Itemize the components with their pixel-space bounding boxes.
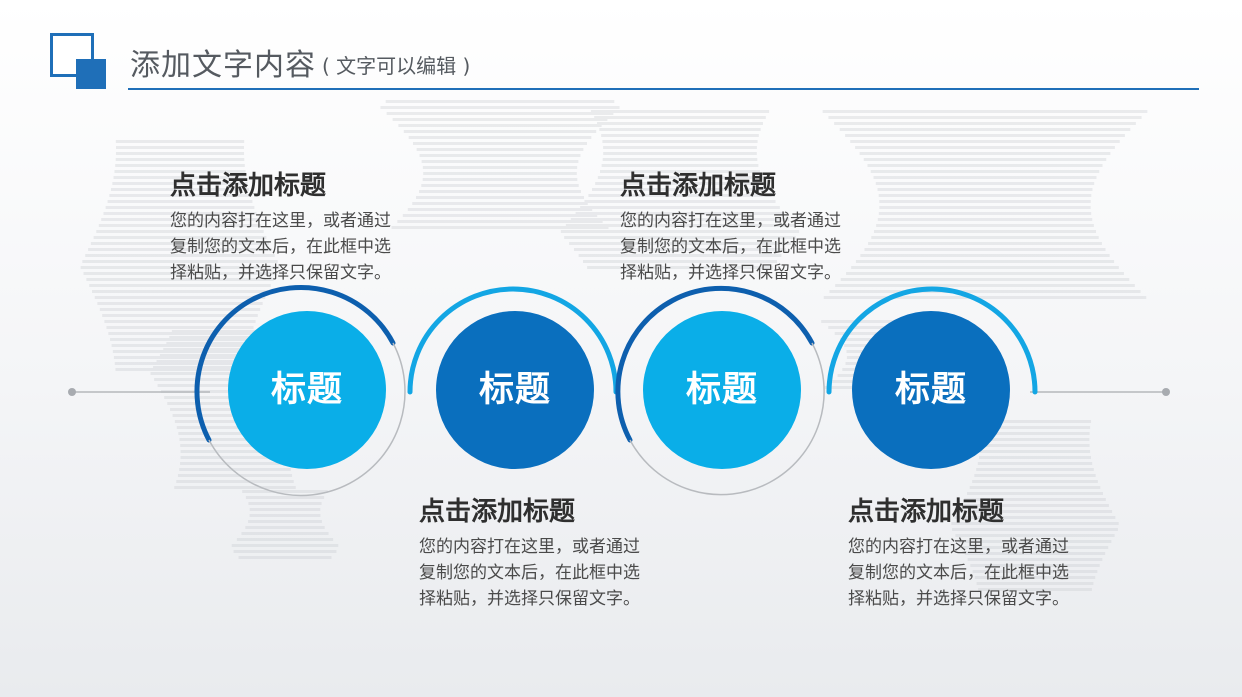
step-body-line: 您的内容打在这里，或者通过 xyxy=(848,537,1069,557)
step-body: 您的内容打在这里，或者通过 复制您的文本后，在此框中选 择粘贴，并选择只保留文字… xyxy=(848,534,1098,612)
step-body-line: 复制您的文本后，在此框中选 xyxy=(419,563,640,583)
step-circle-3: 标题 xyxy=(643,311,801,469)
step-title: 点击添加标题 xyxy=(848,497,1005,527)
step-body-line: 复制您的文本后，在此框中选 xyxy=(848,563,1069,583)
step-body-line: 择粘贴，并选择只保留文字。 xyxy=(170,263,391,283)
step-text-block-4: 点击添加标题 您的内容打在这里，或者通过 复制您的文本后，在此框中选 择粘贴，并… xyxy=(848,496,1098,612)
timeline-end-dot xyxy=(1162,388,1170,396)
step-circle-4: 标题 xyxy=(852,311,1010,469)
step-title: 点击添加标题 xyxy=(170,171,327,201)
step-body-line: 您的内容打在这里，或者通过 xyxy=(170,211,391,231)
step-body: 您的内容打在这里，或者通过 复制您的文本后，在此框中选 择粘贴，并选择只保留文字… xyxy=(419,534,669,612)
step-circle-1: 标题 xyxy=(228,311,386,469)
step-title: 点击添加标题 xyxy=(419,497,576,527)
step-body-line: 您的内容打在这里，或者通过 xyxy=(419,537,640,557)
step-text-block-3: 点击添加标题 您的内容打在这里，或者通过 复制您的文本后，在此框中选 择粘贴，并… xyxy=(620,170,870,286)
step-body-line: 复制您的文本后，在此框中选 xyxy=(620,237,841,257)
step-text-block-2: 点击添加标题 您的内容打在这里，或者通过 复制您的文本后，在此框中选 择粘贴，并… xyxy=(419,496,669,612)
step-title: 点击添加标题 xyxy=(620,171,777,201)
step-circle-2: 标题 xyxy=(436,311,594,469)
step-body: 您的内容打在这里，或者通过 复制您的文本后，在此框中选 择粘贴，并选择只保留文字… xyxy=(620,208,870,286)
step-body: 您的内容打在这里，或者通过 复制您的文本后，在此框中选 择粘贴，并选择只保留文字… xyxy=(170,208,420,286)
step-body-line: 择粘贴，并选择只保留文字。 xyxy=(419,589,640,609)
step-body-line: 您的内容打在这里，或者通过 xyxy=(620,211,841,231)
step-body-line: 择粘贴，并选择只保留文字。 xyxy=(848,589,1069,609)
step-body-line: 复制您的文本后，在此框中选 xyxy=(170,237,391,257)
step-text-block-1: 点击添加标题 您的内容打在这里，或者通过 复制您的文本后，在此框中选 择粘贴，并… xyxy=(170,170,420,286)
step-body-line: 择粘贴，并选择只保留文字。 xyxy=(620,263,841,283)
timeline-start-dot xyxy=(68,388,76,396)
